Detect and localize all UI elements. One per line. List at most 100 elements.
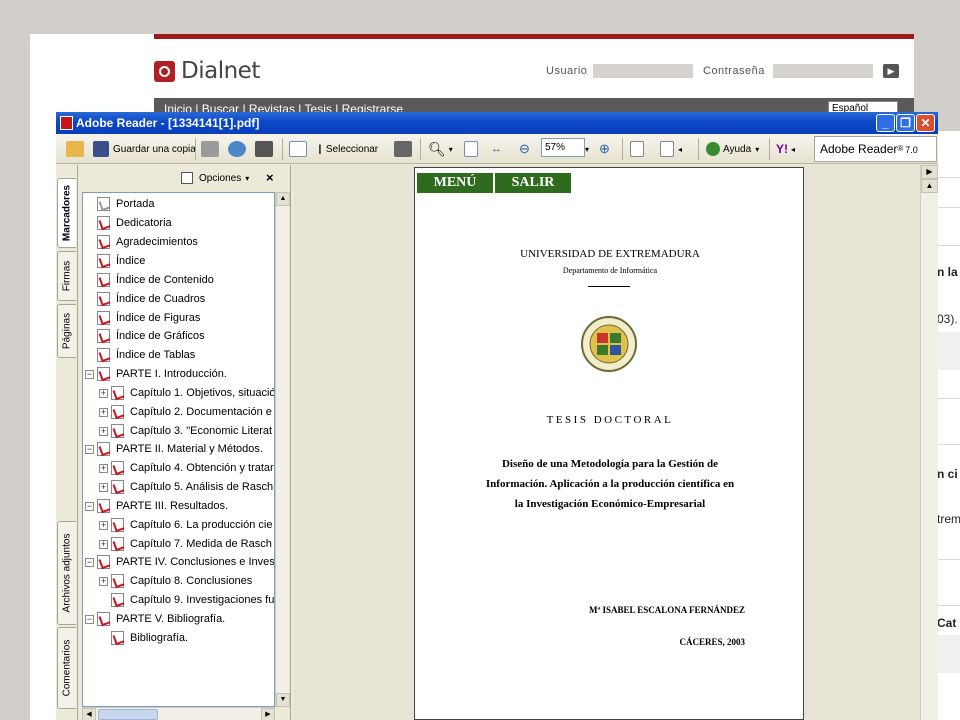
bookmark-item[interactable]: − PARTE I. Introducción. [85, 365, 227, 383]
bookmark-item[interactable]: − PARTE II. Material y Métodos. [85, 440, 263, 458]
bookmark-item[interactable]: + Capítulo 1. Objetivos, situació [99, 384, 274, 402]
open-folder-icon [66, 141, 84, 157]
pdf-bookmark-icon [97, 442, 110, 456]
scrollbar-thumb[interactable] [98, 709, 158, 720]
zoom-dropdown-button[interactable]: ▾ [585, 139, 589, 159]
pdf-menu-button[interactable]: MENÚ [417, 173, 493, 193]
rotate-button[interactable] [630, 139, 644, 159]
bookmarks-vertical-scrollbar[interactable]: ▲ ▼ [275, 192, 290, 707]
bookmark-item[interactable]: Portada [97, 195, 155, 213]
help-button[interactable]: Ayuda ▾ [706, 139, 759, 159]
minimize-button[interactable]: _ [876, 114, 895, 132]
expand-icon[interactable]: + [99, 463, 108, 473]
open-button[interactable] [66, 139, 84, 159]
dialnet-logo[interactable]: Dialnet [154, 58, 260, 84]
select-label: Seleccionar [325, 143, 379, 155]
bookmark-item[interactable]: + Capítulo 8. Conclusiones [99, 572, 252, 590]
expand-icon[interactable]: + [99, 388, 108, 398]
bookmark-item[interactable]: Índice [97, 252, 145, 270]
expand-icon[interactable]: + [99, 576, 108, 586]
close-window-button[interactable]: ✕ [916, 114, 935, 132]
snapshot-button[interactable] [394, 139, 412, 159]
department-name: Departamento de Informática [562, 266, 658, 275]
pdf-bookmark-icon [111, 480, 124, 494]
bookmark-item[interactable]: Índice de Cuadros [97, 290, 205, 308]
zoom-out-button[interactable]: ⊖ [519, 139, 530, 159]
bookmark-item[interactable]: Índice de Figuras [97, 309, 200, 327]
tab-signatures[interactable]: Firmas [57, 251, 76, 301]
bookmark-item[interactable]: + Capítulo 3. "Economic Literat [99, 422, 272, 440]
collapse-icon[interactable]: − [85, 614, 94, 624]
select-tool-button[interactable]: I Seleccionar [318, 139, 378, 159]
right-edge-text: Cat [937, 616, 957, 630]
scroll-up-icon[interactable]: ▲ [276, 192, 290, 206]
title-rule [588, 286, 630, 287]
tab-attachments[interactable]: Archivos adjuntos [57, 521, 76, 625]
print-button[interactable] [201, 139, 219, 159]
bookmark-item[interactable]: + Capítulo 2. Documentación e [99, 403, 272, 421]
bookmark-options-button[interactable]: Opciones ▾ [181, 172, 249, 184]
save-copy-button[interactable]: Guardar una copia [93, 139, 196, 159]
bookmark-item[interactable]: Índice de Contenido [97, 271, 214, 289]
fit-page-button[interactable] [464, 139, 478, 159]
document-view[interactable]: MENÚ SALIR UNIVERSIDAD DE EXTREMADURA De… [294, 165, 920, 720]
bookmark-item[interactable]: + Capítulo 5. Análisis de Rasch [99, 478, 273, 496]
expand-icon[interactable]: + [99, 520, 108, 530]
bookmark-item[interactable]: Índice de Tablas [97, 346, 195, 364]
document-vertical-scrollbar[interactable]: ▶ ▲ [920, 165, 938, 720]
tab-comments[interactable]: Comentarios [57, 627, 76, 709]
place-year: CÁCERES, 2003 [679, 637, 745, 647]
scroll-down-icon[interactable]: ▼ [276, 693, 290, 707]
fit-width-button[interactable]: ↔ [491, 139, 502, 159]
close-panel-button[interactable]: × [266, 170, 274, 185]
reader-title-bar[interactable]: Adobe Reader - [1334141[1].pdf] _ ❐ ✕ [56, 112, 938, 134]
hand-icon [289, 141, 307, 157]
bookmark-item[interactable]: Dedicatoria [97, 214, 172, 232]
search-button[interactable] [255, 139, 273, 159]
page-tools-icon [660, 141, 674, 157]
expand-icon[interactable]: + [99, 426, 108, 436]
bookmark-item[interactable]: + Capítulo 7. Medida de Rasch [99, 535, 272, 553]
zoom-in-tool-button[interactable]: 🔍︎ ▾ [428, 139, 453, 159]
email-button[interactable] [228, 139, 246, 159]
bookmark-item[interactable]: + Capítulo 4. Obtención y tratar [99, 459, 274, 477]
scroll-up-icon[interactable]: ▲ [921, 179, 938, 193]
expand-icon[interactable]: + [99, 482, 108, 492]
bookmark-item[interactable]: − PARTE III. Resultados. [85, 497, 228, 515]
zoom-in-button[interactable]: ⊕ [599, 139, 610, 159]
hand-tool-button[interactable] [289, 139, 307, 159]
bookmark-item[interactable]: Capítulo 9. Investigaciones fu [111, 591, 274, 609]
expand-icon[interactable]: + [99, 407, 108, 417]
right-edge-text: n ci [937, 467, 958, 481]
zoom-level-input[interactable]: 57% [541, 138, 585, 157]
bookmark-item[interactable]: Índice de Gráficos [97, 327, 205, 345]
usuario-input[interactable] [593, 64, 693, 78]
page-tools-button[interactable]: ◂ [660, 139, 682, 159]
tab-bookmarks[interactable]: Marcadores [57, 178, 76, 248]
help-icon [706, 142, 720, 156]
bookmark-item[interactable]: Agradecimientos [97, 233, 198, 251]
bookmark-item[interactable]: − PARTE V. Bibliografía. [85, 610, 225, 628]
thesis-title-line: Información. Aplicación a la producción … [485, 478, 735, 490]
bookmark-item[interactable]: Bibliografía. [111, 629, 188, 647]
adobe-reader-badge[interactable]: Adobe Reader® 7.0 [814, 136, 937, 162]
collapse-icon[interactable]: − [85, 501, 94, 511]
page-arrow-icon[interactable]: ▶ [921, 165, 938, 179]
restore-button[interactable]: ❐ [896, 114, 915, 132]
collapse-icon[interactable]: − [85, 557, 94, 567]
pdf-bookmark-icon [111, 386, 124, 400]
bookmark-item[interactable]: − PARTE IV. Conclusiones e Inves [85, 553, 274, 571]
dialnet-right-edge: n la 03). n ci trem Cat [935, 131, 960, 720]
login-submit-button[interactable]: ▶ [883, 64, 899, 78]
pdf-exit-button[interactable]: SALIR [495, 173, 571, 193]
password-input[interactable] [773, 64, 873, 78]
scroll-left-icon[interactable]: ◀ [82, 708, 96, 720]
yahoo-button[interactable]: Y! ◂ [776, 139, 795, 159]
collapse-icon[interactable]: − [85, 444, 94, 454]
bookmarks-horizontal-scrollbar[interactable]: ◀ ▶ [82, 707, 275, 720]
tab-pages[interactable]: Páginas [57, 304, 76, 358]
scroll-right-icon[interactable]: ▶ [261, 708, 275, 720]
expand-icon[interactable]: + [99, 539, 108, 549]
collapse-icon[interactable]: − [85, 369, 94, 379]
bookmark-item[interactable]: + Capítulo 6. La producción cie [99, 516, 272, 534]
